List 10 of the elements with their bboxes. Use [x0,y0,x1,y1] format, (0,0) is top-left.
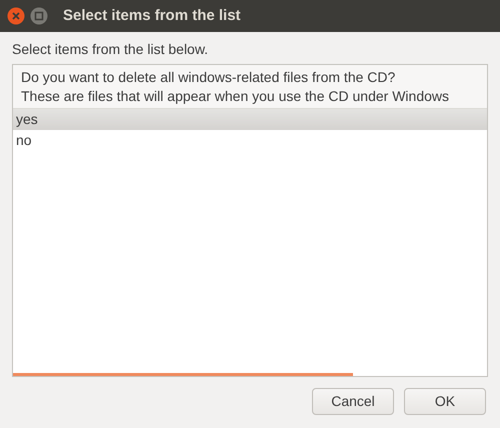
window-title: Select items from the list [63,6,241,26]
header-text: Do you want to delete all windows-related files from the CD? [21,68,396,87]
dialog-button[interactable]: Cancel [312,388,394,415]
maximize-icon[interactable] [30,7,48,25]
close-icon[interactable] [7,7,25,25]
list-item[interactable]: yes [13,109,487,130]
dialog-button[interactable]: OK [404,388,486,415]
header-text: These are files that will appear when you use the CD under Windows [21,87,450,106]
prompt-label: Select items from the list below. [12,40,210,58]
scrollbar[interactable] [13,373,353,376]
